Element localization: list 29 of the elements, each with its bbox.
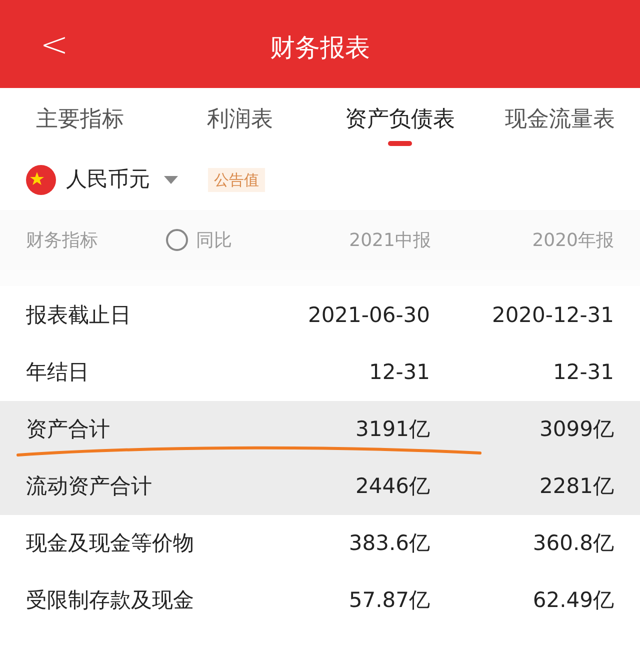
table-cell-text: 2021-06-30 <box>306 302 430 329</box>
tab[interactable]: 主要指标 <box>0 88 160 150</box>
table-cell-text: 2281亿 <box>538 472 614 500</box>
tab[interactable]: 资产负债表 <box>320 88 480 150</box>
table-cell-text: 57.87亿 <box>348 586 430 614</box>
column-header: 财务指标 <box>26 228 99 252</box>
column-header: 2021中报 <box>348 228 431 252</box>
table-cell-text: 2020-12-31 <box>490 302 614 329</box>
back-button[interactable]: < <box>40 28 68 62</box>
table-cell-text: 3191亿 <box>354 416 430 443</box>
table-cell-text: 360.8亿 <box>532 530 614 557</box>
table-cell-text: 资产合计 <box>26 416 111 443</box>
table-cell-text: 2446亿 <box>354 472 430 500</box>
notice-badge: 公告值 <box>208 168 265 192</box>
table-cell-text: 3099亿 <box>538 416 614 443</box>
tab[interactable]: 利润表 <box>160 88 320 150</box>
page-title: 财务报表 <box>270 32 370 64</box>
table-cell-text: 现金及现金等价物 <box>26 530 195 557</box>
currency-dropdown[interactable]: 人民币元 <box>66 164 178 196</box>
table-cell-text: 受限制存款及现金 <box>26 586 195 614</box>
table-cell-text: 年结日 <box>26 358 90 386</box>
table-cell-text: 12-31 <box>368 358 430 386</box>
tab[interactable]: 现金流量表 <box>480 88 640 150</box>
table-cell-text: 报表截止日 <box>26 302 132 329</box>
column-header: 2020年报 <box>531 228 614 252</box>
table-cell-text: 62.49亿 <box>532 586 614 614</box>
table-cell-text: 383.6亿 <box>348 530 430 557</box>
table-cell-text: 12-31 <box>552 358 614 386</box>
table-cell-text: 流动资产合计 <box>26 472 153 500</box>
